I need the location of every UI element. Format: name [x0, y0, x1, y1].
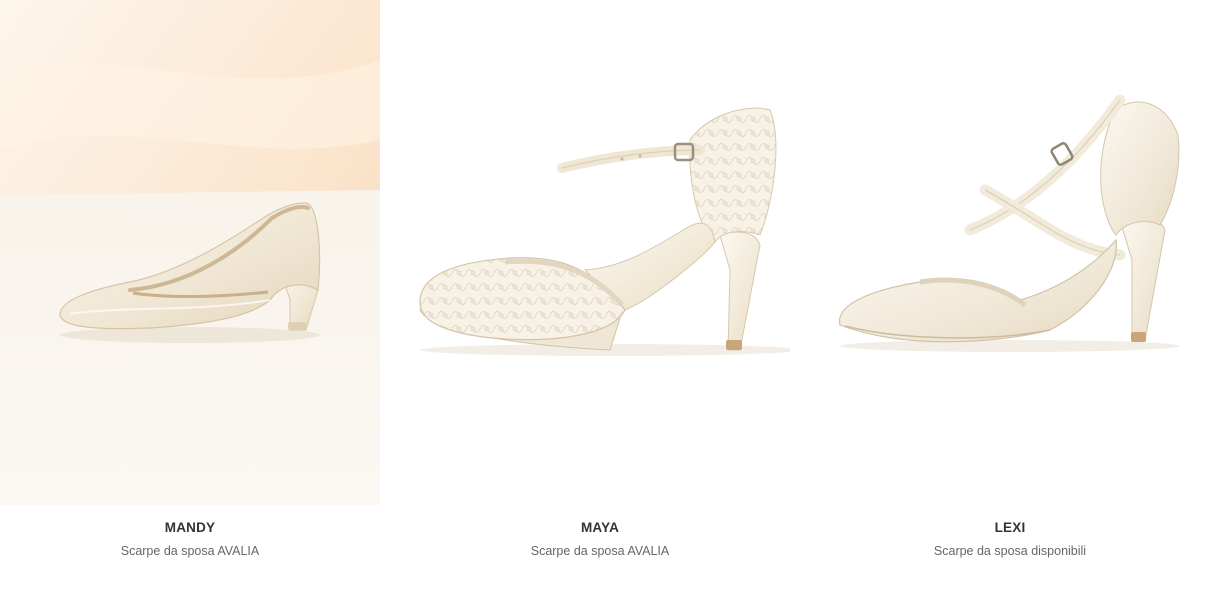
product-category: Scarpe da sposa AVALIA: [530, 544, 670, 558]
product-category: Scarpe da sposa AVALIA: [120, 544, 260, 558]
product-card-maya[interactable]: MAYA Scarpe da sposa AVALIA: [410, 0, 790, 610]
cross-strap-shoe-icon: [820, 0, 1200, 505]
product-card-lexi[interactable]: LEXI Scarpe da sposa disponibili: [820, 0, 1200, 610]
product-category: Scarpe da sposa disponibili: [933, 544, 1087, 558]
product-card-mandy[interactable]: MANDY Scarpe da sposa AVALIA: [0, 0, 380, 610]
product-image-mandy[interactable]: [0, 0, 380, 505]
product-name[interactable]: MANDY: [0, 520, 380, 535]
product-image-maya[interactable]: [410, 0, 790, 505]
product-name[interactable]: LEXI: [820, 520, 1200, 535]
product-name[interactable]: MAYA: [410, 520, 790, 535]
product-image-lexi[interactable]: [820, 0, 1200, 505]
ankle-strap-lace-shoe-icon: [410, 0, 790, 505]
court-pump-shoe-icon: [0, 0, 380, 505]
product-grid: MANDY Scarpe da sposa AVALIA MAYA Scarpe…: [0, 0, 1224, 610]
